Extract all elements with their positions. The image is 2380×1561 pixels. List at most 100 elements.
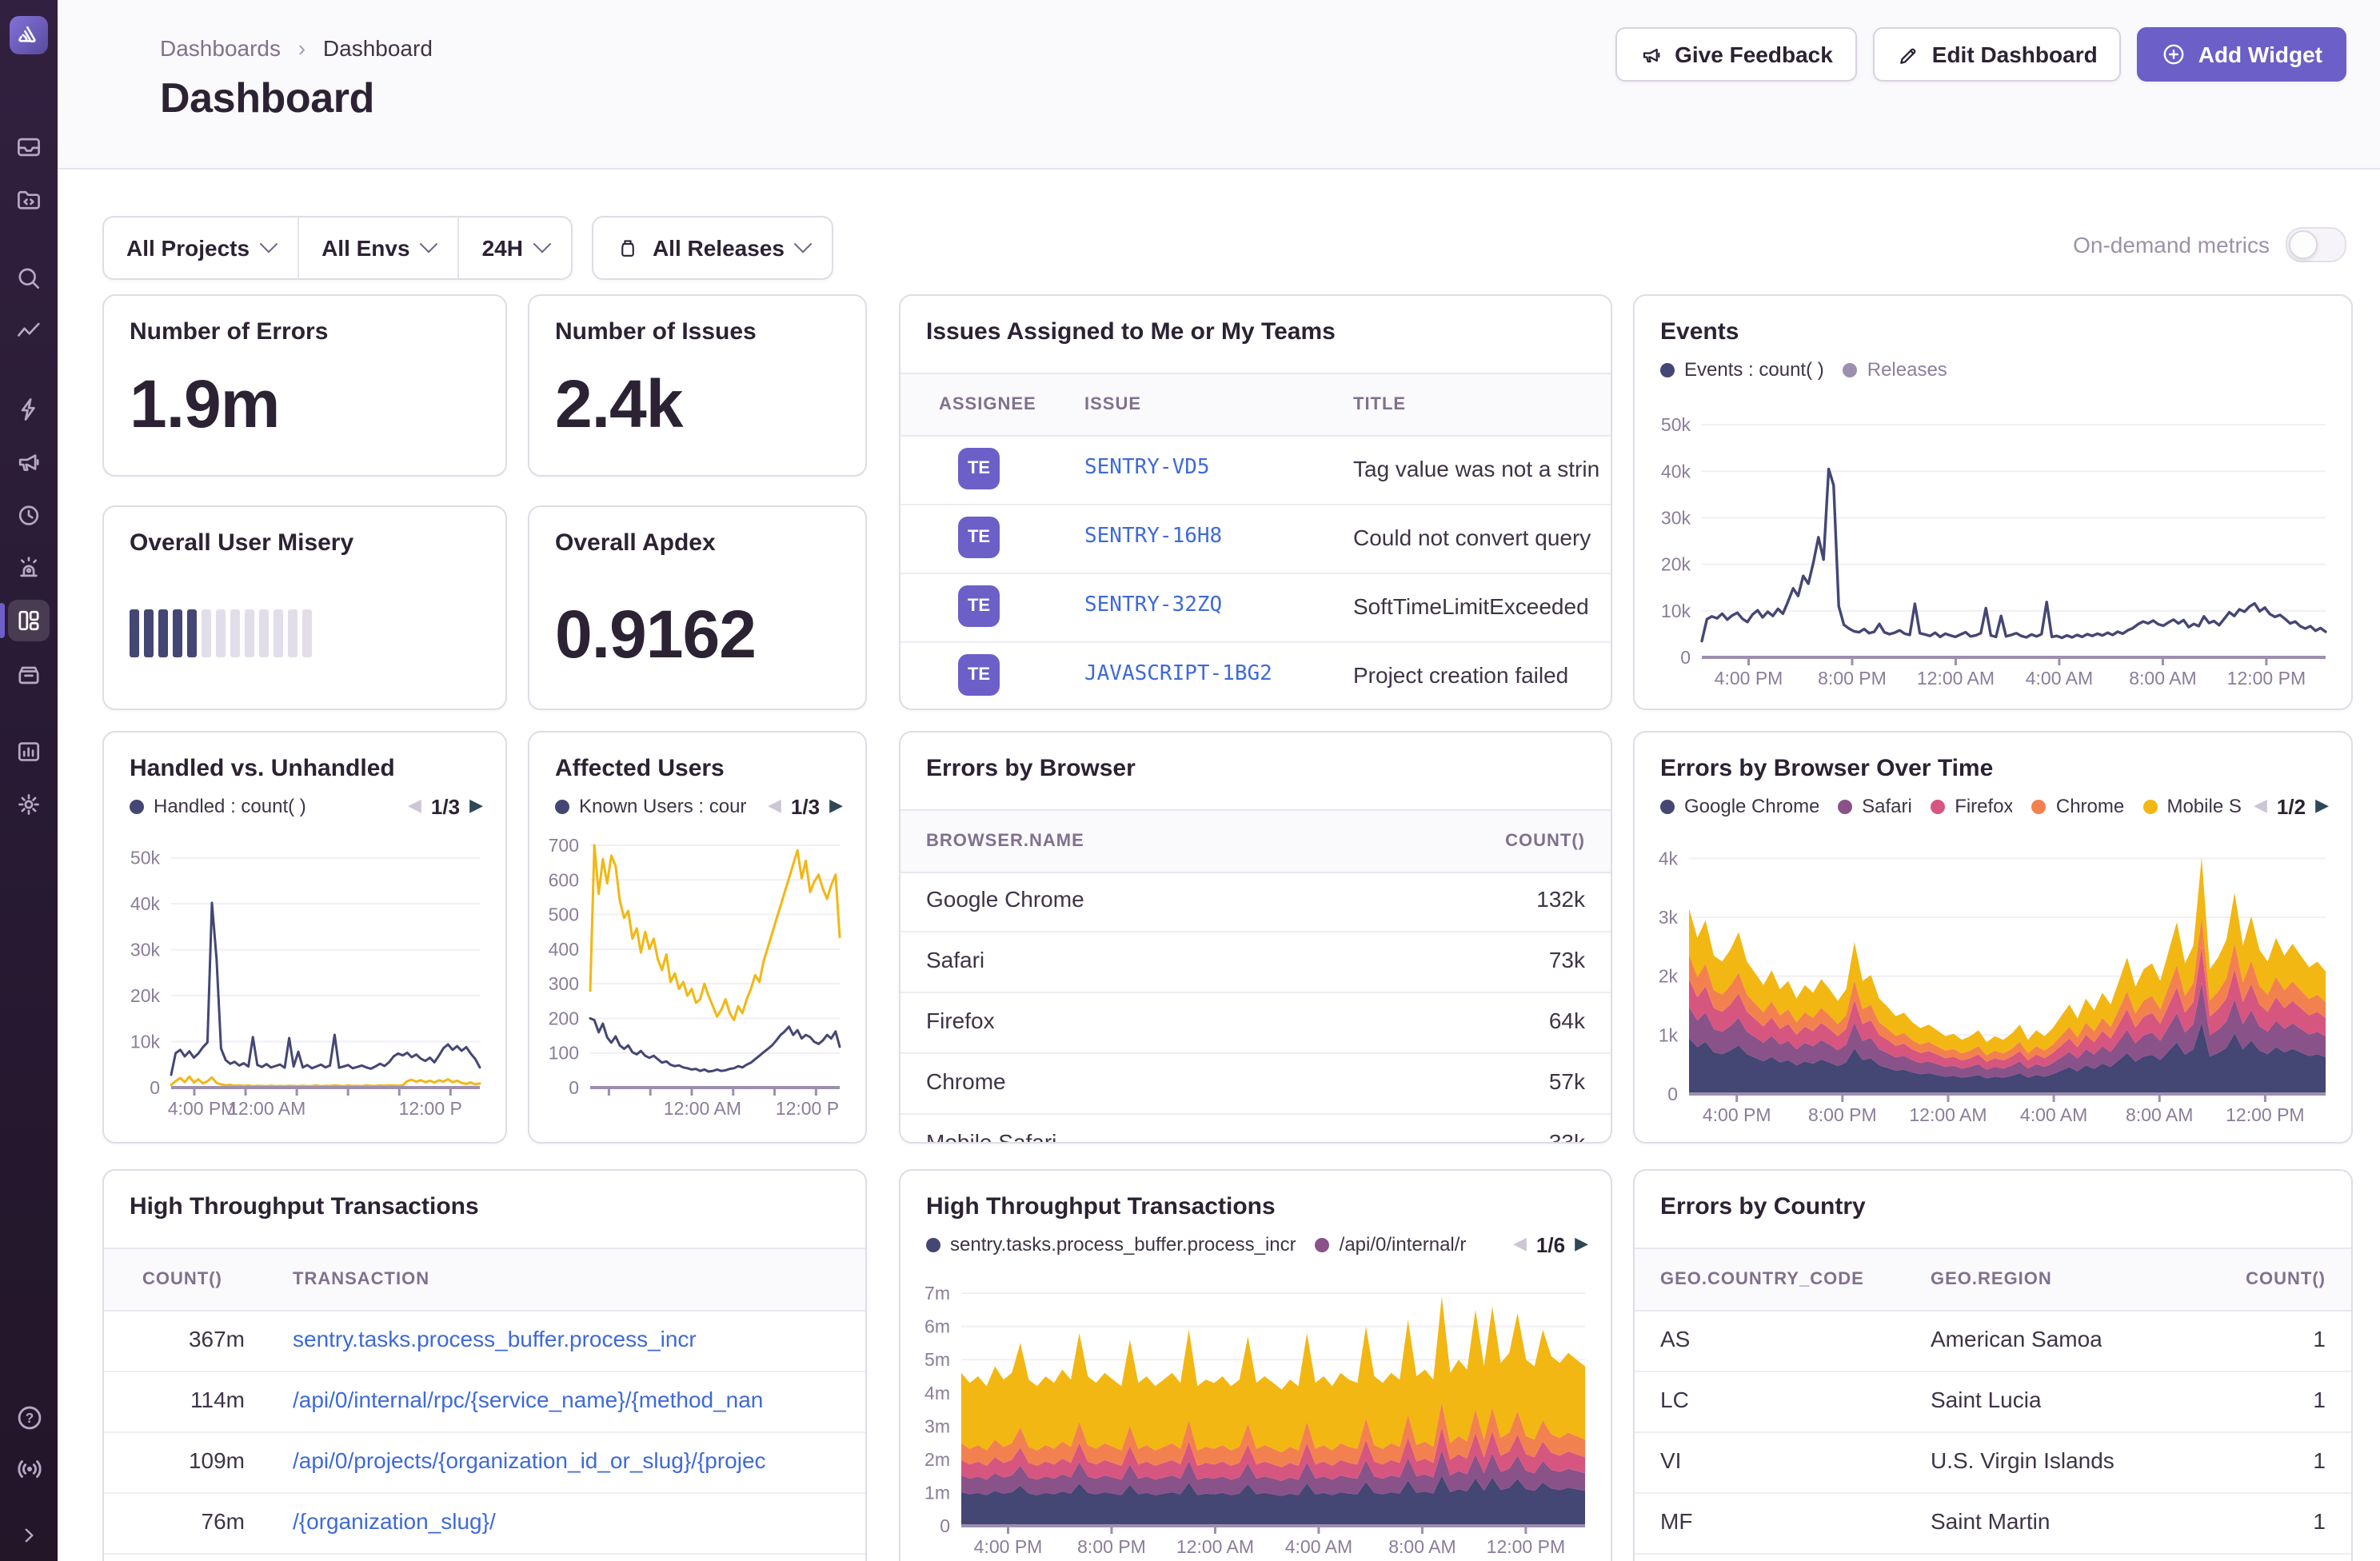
transaction-link[interactable]: /api/0/internal/rpc/{service_name}/{meth… [293,1387,856,1412]
date-range-filter[interactable]: 24H [457,218,571,278]
widget-errors-by-country[interactable]: Errors by Country GEO.COUNTRY_CODE GEO.R… [1633,1169,2353,1561]
widget-number-of-errors[interactable]: Number of Errors 1.9m [102,294,507,477]
nav-replays-clock-icon[interactable] [0,493,58,537]
table-row[interactable]: 114m/api/0/internal/rpc/{service_name}/{… [104,1371,865,1433]
next-page-icon[interactable]: ▶ [1575,1235,1588,1253]
col-count[interactable]: COUNT() [1505,811,1585,872]
col-country-code[interactable]: GEO.COUNTRY_CODE [1660,1249,1864,1310]
table-row[interactable]: 109m/api/0/projects/{organization_id_or_… [104,1431,865,1494]
breadcrumb-parent[interactable]: Dashboards [160,35,281,61]
col-region[interactable]: GEO.REGION [1931,1249,2052,1310]
table-row[interactable]: MF Saint Martin 1 [1635,1492,2351,1555]
table-row[interactable]: VI U.S. Virgin Islands 1 [1635,1431,2351,1494]
transaction-link[interactable]: sentry.tasks.process_buffer.process_incr [293,1326,856,1351]
col-transaction[interactable]: TRANSACTION [293,1249,429,1310]
nav-feedback-megaphone-icon[interactable] [0,440,58,485]
legend-item[interactable]: Releases [1843,358,1947,381]
table-row[interactable]: 76m/{organization_slug}/ [104,1492,865,1555]
widget-high-throughput-chart[interactable]: High Throughput Transactions sentry.task… [899,1169,1612,1561]
table-row[interactable]: Firefox 64k [900,992,1611,1054]
legend-item[interactable]: Known Users : cour [555,795,746,817]
legend-item[interactable]: Handled : count( ) [130,795,306,817]
widget-user-misery[interactable]: Overall User Misery [102,505,507,710]
projects-filter[interactable]: All Projects [104,218,298,278]
nav-releases-archive-icon[interactable] [0,653,58,697]
widget-errors-by-browser-over-time[interactable]: Errors by Browser Over Time Google Chrom… [1633,731,2353,1144]
browser-over-time-chart[interactable]: 0 1k 2k 3k 4k 4:00 PM 8:00 PM 12:00 AM 4:00 AM 8:… [1641,825,2338,1129]
legend-item[interactable]: Google Chrome [1660,795,1819,817]
events-chart[interactable]: 0 10k 20k 30k 40k 50k 4:00 PM 8:00 PM 12:00 AM 4:… [1641,392,2338,693]
widget-handled-vs-unhandled[interactable]: Handled vs. Unhandled Handled : count( )… [102,731,507,1144]
table-row[interactable]: 367m sentry.tasks.process_buffer.process_… [104,1310,865,1372]
sentry-logo[interactable] [10,16,48,54]
issue-link[interactable]: JAVASCRIPT-1BG2 [1084,662,1272,686]
prev-page-icon[interactable]: ◀ [408,796,421,815]
nav-stats-chart-icon[interactable] [0,729,58,774]
table-row[interactable]: Mobile Safari 33k [900,1113,1611,1142]
on-demand-metrics-toggle[interactable] [2286,227,2346,262]
prev-page-icon[interactable]: ◀ [768,796,781,815]
assignee-avatar[interactable]: TE [958,654,1000,696]
next-page-icon[interactable]: ▶ [2315,796,2329,815]
legend-pagination[interactable]: ◀ 1/3 ▶ [408,794,483,818]
handled-chart[interactable]: 0 10k 20k 30k 40k 50k 4:00 PM 12:00 AM 12:00 P [110,825,493,1123]
legend-pagination[interactable]: ◀ 1/3 ▶ [768,794,843,818]
legend-item[interactable]: Events : count( ) [1660,358,1824,381]
nav-dashboards-icon[interactable] [0,598,58,643]
nav-alerts-siren-icon[interactable] [0,545,58,590]
widget-errors-by-browser[interactable]: Errors by Browser BROWSER.NAME COUNT() G… [899,731,1612,1144]
nav-search-icon[interactable] [0,256,58,301]
col-count[interactable]: COUNT() [2246,1249,2326,1310]
table-row[interactable]: TE SENTRY-32ZQ SoftTimeLimitExceeded [900,573,1611,643]
transaction-link[interactable]: /{organization_slug}/ [293,1508,856,1534]
legend-item[interactable]: Firefox [1931,795,2013,817]
next-page-icon[interactable]: ▶ [469,796,483,815]
give-feedback-button[interactable]: Give Feedback [1615,27,1857,82]
table-row[interactable]: TE JAVASCRIPT-1BG2 Project creation fail… [900,641,1611,709]
table-row[interactable]: Chrome 57k [900,1052,1611,1115]
issue-link[interactable]: SENTRY-VD5 [1084,456,1210,480]
assignee-avatar[interactable]: TE [958,517,1000,558]
sidebar-expand-chevron-icon[interactable] [0,1513,58,1558]
table-row[interactable]: LC Saint Lucia 1 [1635,1371,2351,1433]
col-title[interactable]: TITLE [1353,374,1406,435]
nav-issues-inbox-icon[interactable] [0,125,58,170]
prev-page-icon[interactable]: ◀ [2254,796,2267,815]
legend-item[interactable]: Chrome [2031,795,2123,817]
legend-pagination[interactable]: ◀ 1/6 ▶ [1513,1232,1588,1256]
table-row[interactable]: Google Chrome 132k [900,870,1611,932]
widget-affected-users[interactable]: Affected Users Known Users : cour ◀ 1/3 ▶ … [528,731,867,1144]
widget-apdex[interactable]: Overall Apdex 0.9162 [528,505,867,710]
col-issue[interactable]: ISSUE [1084,374,1141,435]
nav-settings-gear-icon[interactable] [0,782,58,827]
nav-lightning-icon[interactable] [0,387,58,432]
assignee-avatar[interactable]: TE [958,448,1000,489]
col-browser-name[interactable]: BROWSER.NAME [926,811,1084,872]
table-row[interactable]: TE SENTRY-16H8 Could not convert query [900,504,1611,574]
next-page-icon[interactable]: ▶ [829,796,843,815]
widget-issues-assigned[interactable]: Issues Assigned to Me or My Teams ASSIGN… [899,294,1612,710]
legend-item[interactable]: /api/0/internal/r [1315,1233,1466,1256]
transaction-link[interactable]: /api/0/projects/{organization_id_or_slug… [293,1447,856,1473]
table-row[interactable]: AS American Samoa 1 [1635,1310,2351,1372]
prev-page-icon[interactable]: ◀ [1513,1235,1527,1253]
col-assignee[interactable]: ASSIGNEE [939,374,1036,435]
broadcast-icon[interactable] [0,1446,58,1491]
help-icon[interactable]: ? [0,1395,58,1439]
add-widget-button[interactable]: Add Widget [2137,27,2346,82]
table-row[interactable]: TE SENTRY-VD5 Tag value was not a strin [900,435,1611,505]
issue-link[interactable]: SENTRY-16H8 [1084,525,1222,549]
throughput-chart[interactable]: 0 1m 2m 3m 4m 5m 6m 7m 4:00 PM 8:00 PM 12:00 AM 4:0… [907,1260,1598,1561]
col-count[interactable]: COUNT() [142,1249,222,1310]
releases-filter[interactable]: All Releases [593,218,833,278]
nav-projects-folder-icon[interactable] [0,178,58,222]
legend-item[interactable]: Safari [1838,795,1911,817]
table-row[interactable]: Safari 73k [900,931,1611,993]
affected-users-chart[interactable]: 0 100 200 300 400 500 600 700 12:00 AM 12:00 P [536,825,853,1123]
edit-dashboard-button[interactable]: Edit Dashboard [1872,27,2122,82]
widget-number-of-issues[interactable]: Number of Issues 2.4k [528,294,867,477]
widget-events[interactable]: Events Events : count( ) Releases 0 10k 20… [1633,294,2353,710]
environments-filter[interactable]: All Envs [298,218,458,278]
nav-traces-zigzag-icon[interactable] [0,309,58,353]
assignee-avatar[interactable]: TE [958,585,1000,627]
